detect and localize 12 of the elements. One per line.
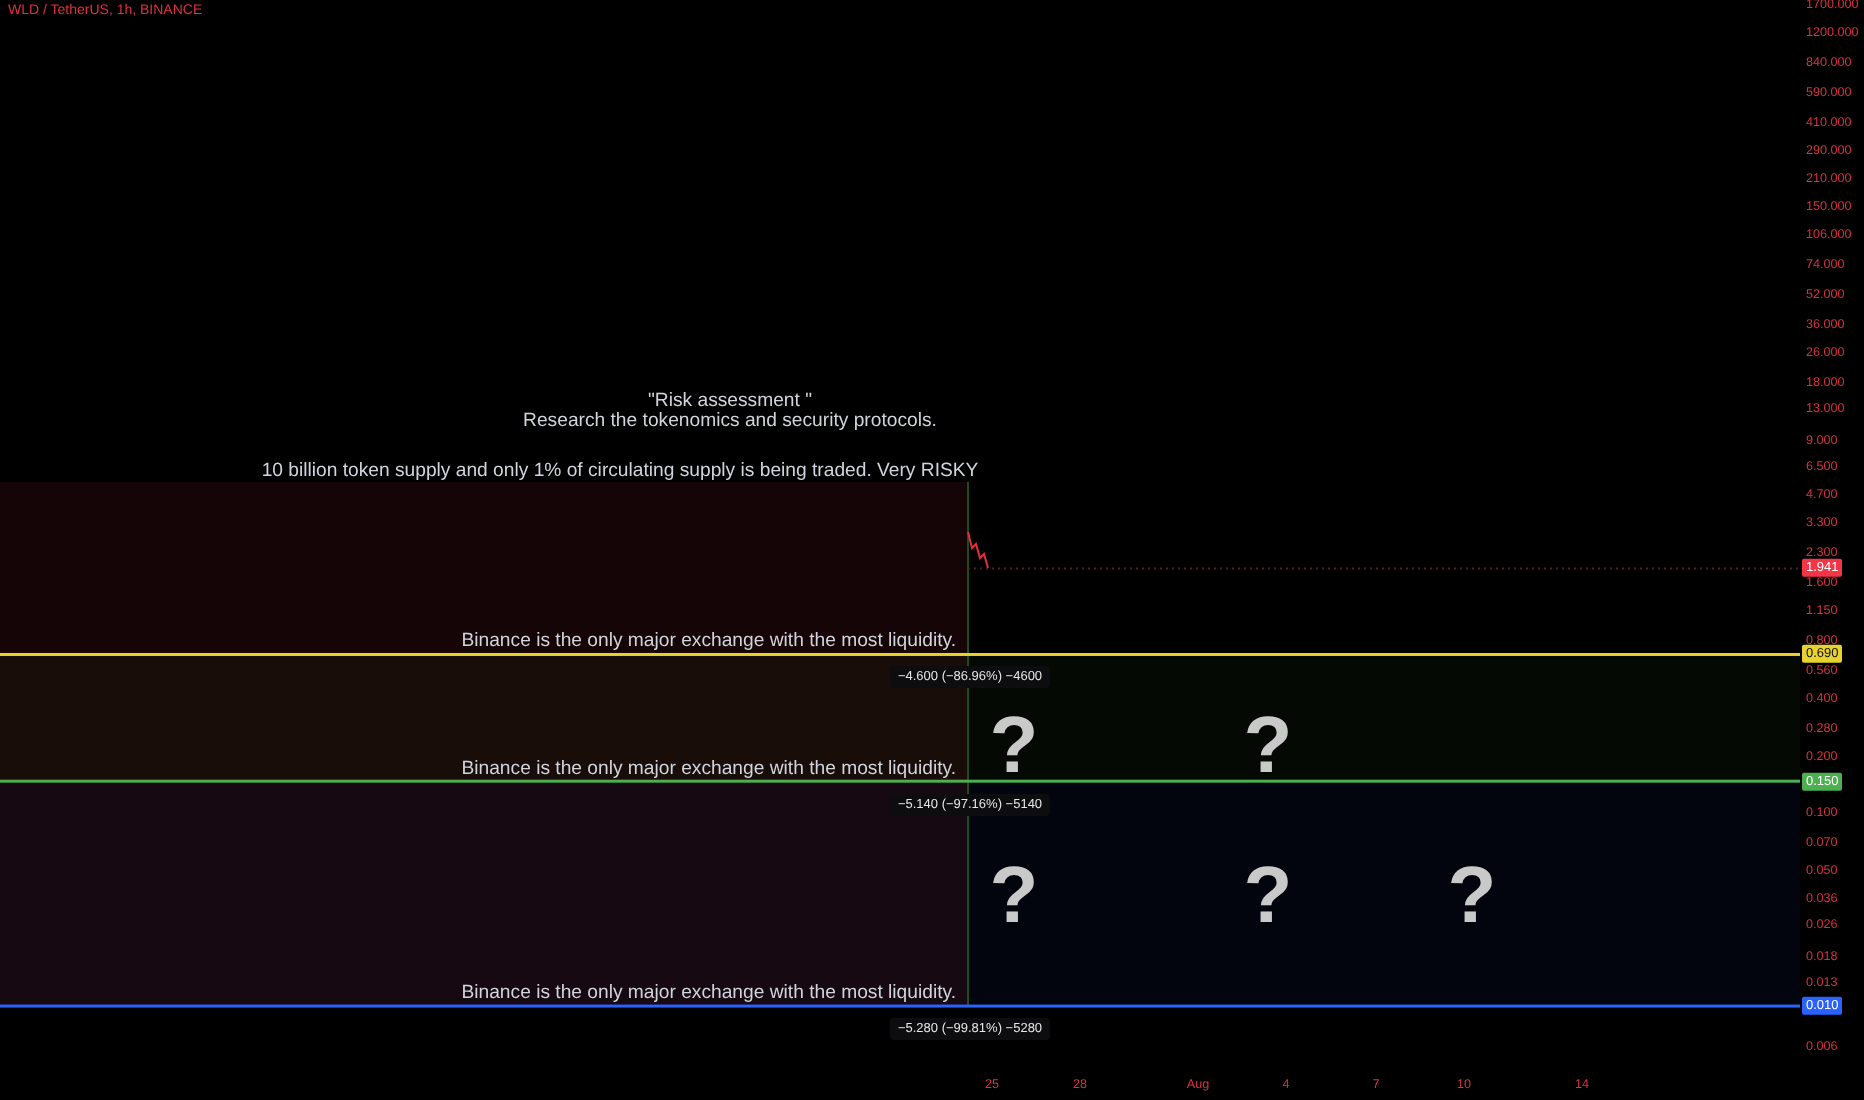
question-mark: ? xyxy=(989,706,1039,786)
question-mark: ? xyxy=(989,856,1039,936)
annotation-text: Binance is the only major exchange with the most liquidity. xyxy=(461,632,956,652)
price-line-drawing xyxy=(967,531,989,569)
annotation-text: Binance is the only major exchange with the most liquidity. xyxy=(461,759,956,779)
annotation-text: Research the tokenomics and security protocols. xyxy=(523,412,937,432)
question-mark: ? xyxy=(1447,856,1497,936)
question-mark: ? xyxy=(1243,706,1293,786)
question-mark: ? xyxy=(1243,856,1293,936)
annotation-text: 10 billion token supply and only 1% of circulating supply is being traded. Very RISKY xyxy=(261,462,979,482)
annotation-text: "Risk assessment " xyxy=(648,392,812,412)
annotation-text: Binance is the only major exchange with the most liquidity. xyxy=(461,984,956,1004)
